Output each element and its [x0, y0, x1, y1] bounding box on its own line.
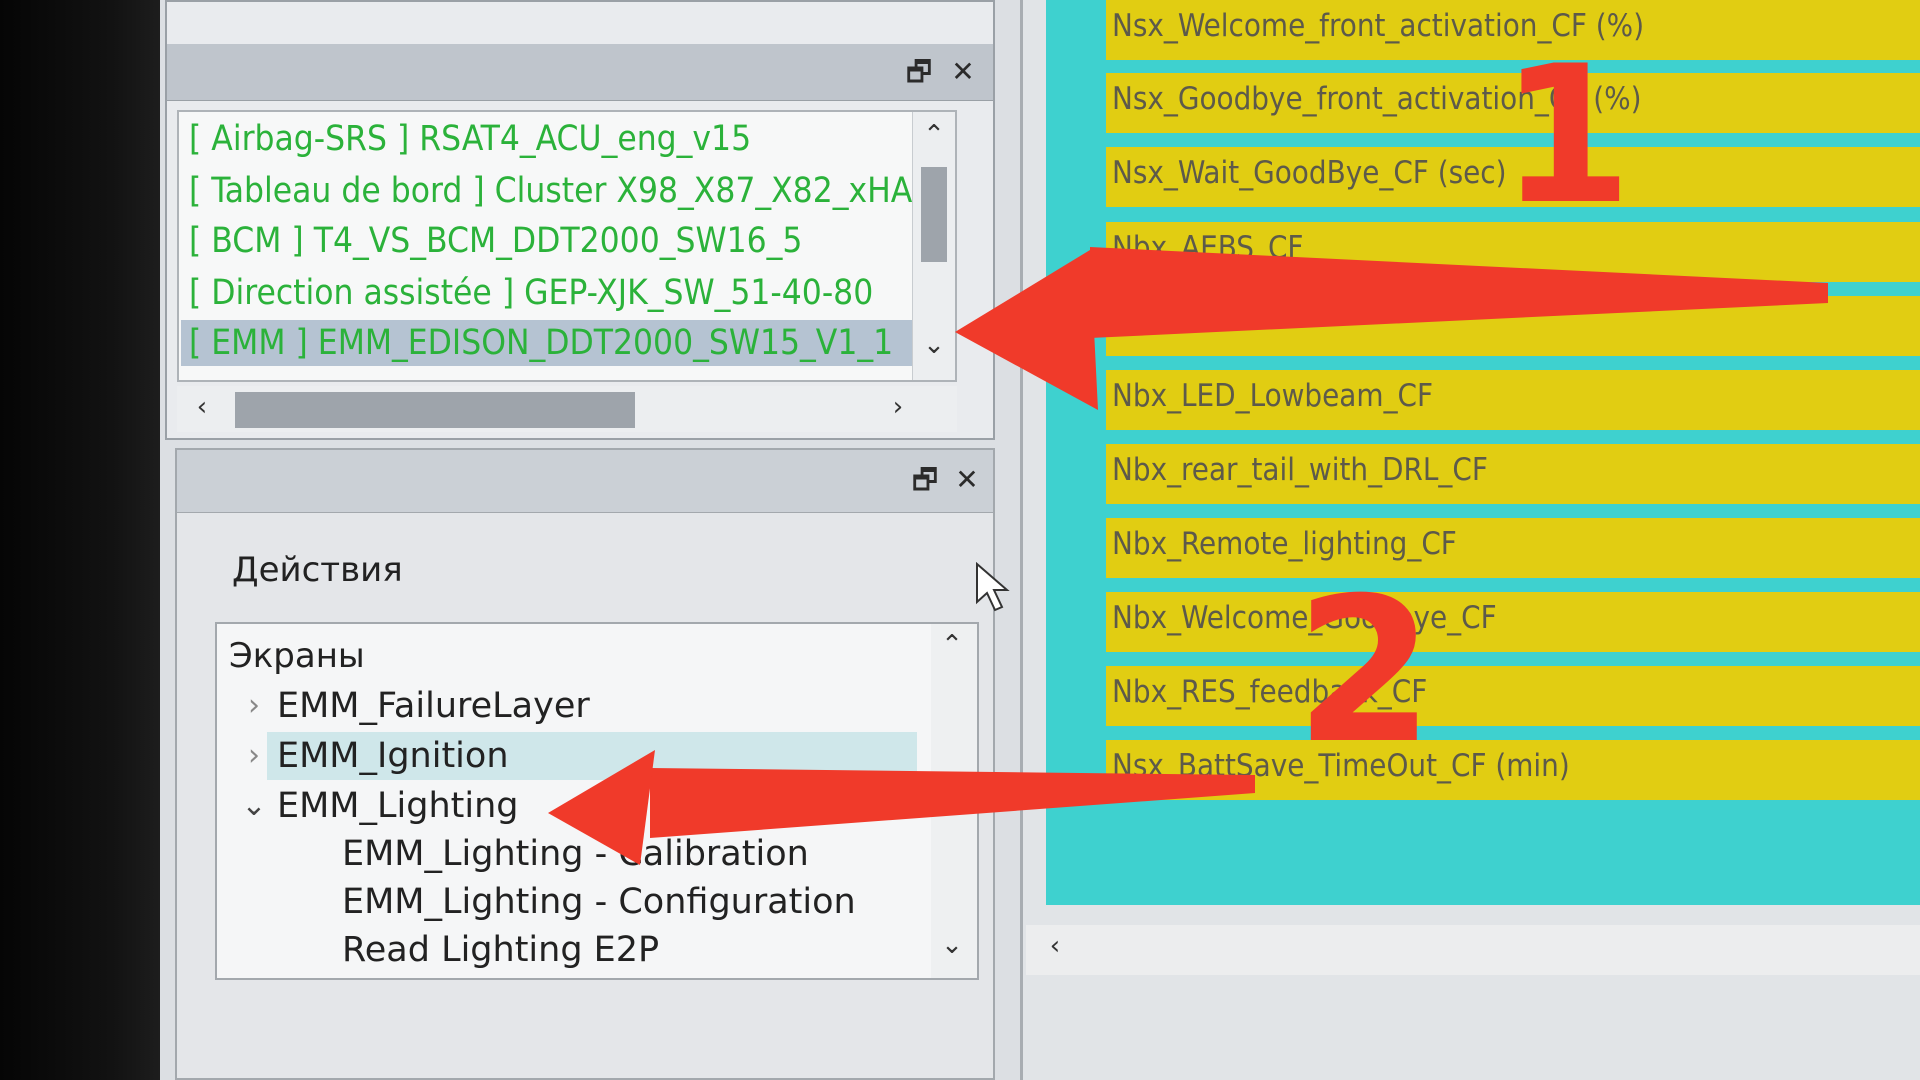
ecu-item-airbag[interactable]: [ Airbag-SRS ] RSAT4_ACU_eng_v15 — [189, 116, 929, 162]
scroll-left-icon[interactable]: ‹ — [181, 392, 223, 422]
close-icon[interactable]: ✕ — [945, 54, 981, 90]
scroll-up-icon[interactable]: ⌃ — [913, 120, 955, 150]
ecu-item-cluster[interactable]: [ Tableau de bord ] Cluster X98_X87_X82_… — [189, 168, 929, 214]
scroll-left-icon[interactable]: ‹ — [1034, 931, 1076, 961]
monitor-bezel — [0, 0, 160, 1080]
param-label: Nbx_AEBS_CF — [1112, 230, 1304, 266]
ecu-item-steering[interactable]: [ Direction assistée ] GEP-XJK_SW_51-40-… — [189, 270, 929, 316]
actions-panel-titlebar: 🗗 ✕ — [177, 450, 993, 513]
tree-root-label: Экраны — [229, 636, 365, 676]
scroll-down-icon[interactable]: ⌄ — [931, 930, 973, 960]
ecu-panel: 🗗 ✕ [ Airbag-SRS ] RSAT4_ACU_eng_v15 [ T… — [165, 0, 995, 440]
param-label: Nbx_rear_tail_with_DRL_CF — [1112, 452, 1488, 488]
tree-item-failurelayer[interactable]: › EMM_FailureLayer — [217, 682, 917, 730]
param-label: Nbx_LED_Lowbeam_CF — [1112, 378, 1434, 414]
parameters-panel: Nsx_Welcome_front_activation_CF (%) Nsx_… — [1020, 0, 1920, 1080]
param-row[interactable]: Nbx_Welcome_Goodbye_CF — [1106, 592, 1920, 652]
scroll-thumb[interactable] — [235, 392, 635, 428]
annotation-number-1: 1 — [1500, 25, 1633, 246]
scroll-up-icon[interactable]: ⌃ — [931, 630, 973, 660]
chevron-down-icon[interactable]: ⌄ — [239, 782, 269, 830]
param-row[interactable]: Nbx_RES_feedback_CF — [1106, 666, 1920, 726]
tree-vertical-scrollbar[interactable]: ⌃ ⌄ — [931, 624, 977, 978]
chevron-right-icon[interactable]: › — [239, 682, 269, 730]
tree-item-label: EMM_Ignition — [277, 736, 509, 776]
tree-item-label: EMM_FailureLayer — [277, 686, 590, 726]
param-label: Nsx_Wait_GoodBye_CF (sec) — [1112, 155, 1507, 191]
scroll-down-icon[interactable]: ⌄ — [913, 330, 955, 360]
tree-item-lighting[interactable]: ⌄ EMM_Lighting — [217, 782, 917, 830]
param-row[interactable] — [1106, 296, 1920, 356]
param-row[interactable]: Nsx_BattSave_TimeOut_CF (min) — [1106, 740, 1920, 800]
screens-tree[interactable]: Экраны › EMM_FailureLayer › EMM_Ignition… — [215, 622, 979, 980]
ecu-list-vertical-scrollbar[interactable]: ⌃ ⌄ — [912, 112, 955, 380]
tree-item-read-lighting-e2p[interactable]: Read Lighting E2P — [342, 926, 659, 974]
ecu-list[interactable]: [ Airbag-SRS ] RSAT4_ACU_eng_v15 [ Table… — [177, 110, 957, 382]
scroll-thumb[interactable] — [921, 167, 947, 262]
ecu-panel-titlebar: 🗗 ✕ — [167, 44, 993, 101]
annotation-number-2: 2 — [1295, 555, 1435, 788]
tree-item-label: EMM_Lighting — [277, 786, 519, 826]
tree-item-ignition[interactable]: › EMM_Ignition — [248, 732, 917, 780]
mouse-cursor-icon — [976, 562, 1010, 612]
param-row[interactable]: Nbx_rear_tail_with_DRL_CF — [1106, 444, 1920, 504]
tree-item-lighting-calibration[interactable]: EMM_Lighting - Calibration — [342, 830, 809, 878]
parameters-canvas: Nsx_Welcome_front_activation_CF (%) Nsx_… — [1046, 0, 1920, 905]
ecu-item-emm-selected[interactable]: [ EMM ] EMM_EDISON_DDT2000_SW15_V1_1 — [181, 320, 919, 366]
actions-panel: 🗗 ✕ Действия Экраны › EMM_FailureLayer ›… — [175, 448, 995, 1080]
restore-window-icon[interactable]: 🗗 — [907, 462, 943, 498]
param-row[interactable]: Nbx_Remote_lighting_CF — [1106, 518, 1920, 578]
close-icon[interactable]: ✕ — [949, 462, 985, 498]
parameters-horizontal-scrollbar[interactable]: ‹ — [1026, 925, 1920, 975]
param-row[interactable]: Nbx_LED_Lowbeam_CF — [1106, 370, 1920, 430]
ecu-list-horizontal-scrollbar[interactable]: ‹ › — [177, 386, 957, 432]
tree-item-lighting-configuration[interactable]: EMM_Lighting - Configuration — [342, 878, 856, 926]
scroll-right-icon[interactable]: › — [877, 392, 919, 422]
restore-window-icon[interactable]: 🗗 — [901, 54, 937, 90]
chevron-right-icon[interactable]: › — [239, 732, 269, 780]
actions-section-label: Действия — [232, 550, 403, 590]
ecu-item-bcm[interactable]: [ BCM ] T4_VS_BCM_DDT2000_SW16_5 — [189, 218, 929, 264]
